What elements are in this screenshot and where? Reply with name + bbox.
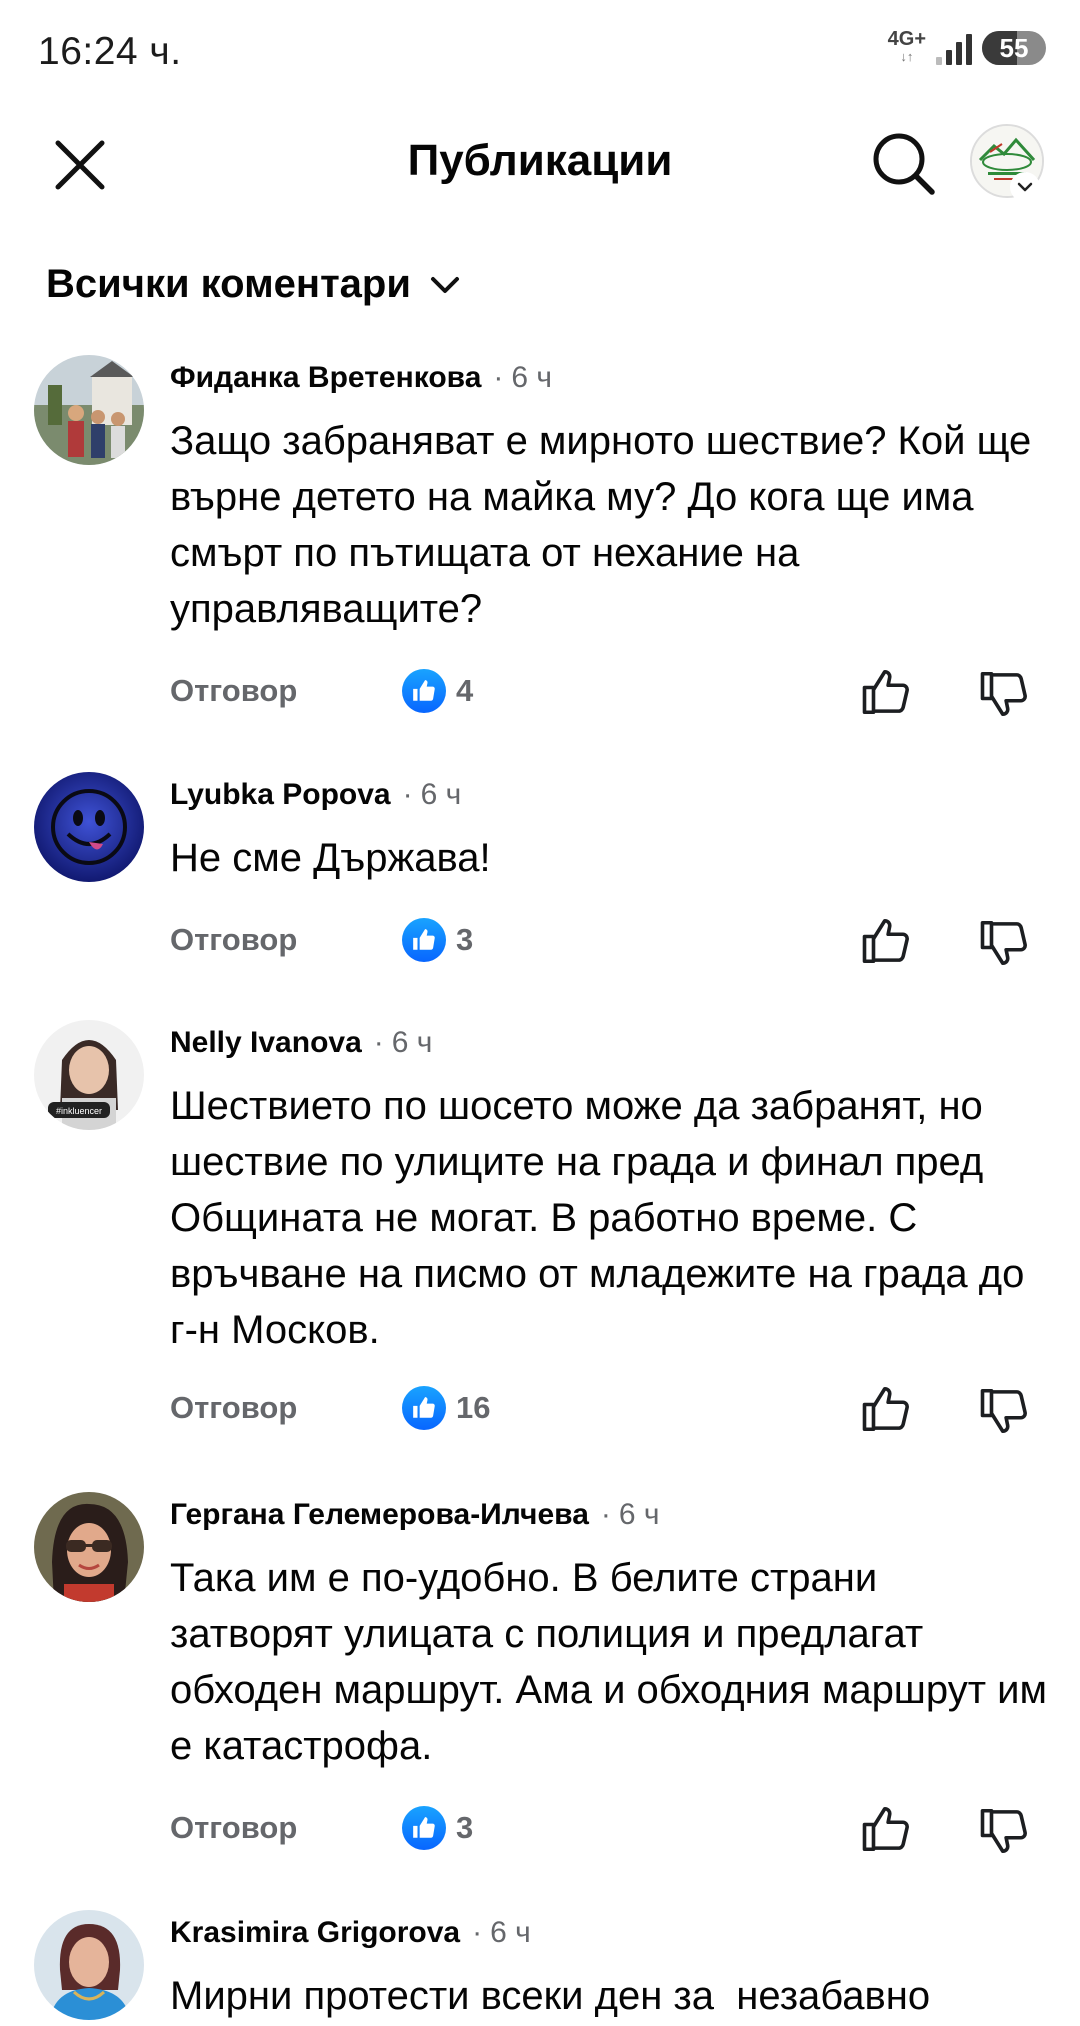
- like-count: 3: [456, 922, 474, 957]
- avatar[interactable]: [34, 1492, 144, 1602]
- comment-text: Така им е по-удобно. В белите страни зат…: [170, 1556, 1047, 1768]
- reply-button[interactable]: Отговор: [170, 1810, 297, 1846]
- like-reaction-icon: [402, 669, 446, 713]
- reaction-summary[interactable]: 3: [402, 1806, 473, 1850]
- comment-actions: Отговор 4: [170, 665, 1050, 725]
- comment-author[interactable]: Lyubka Popova: [170, 778, 391, 812]
- comment-time[interactable]: 6 ч: [392, 1026, 433, 1060]
- comment-item: Гергана Гелемерова-Илчева · 6 ч Така им …: [0, 1492, 1080, 1862]
- comment-author[interactable]: Nelly Ivanova: [170, 1026, 362, 1060]
- comment-text: Не сме Държава!: [170, 836, 491, 880]
- like-count: 3: [456, 1810, 474, 1845]
- battery-icon: 55: [982, 31, 1046, 65]
- upvote-button[interactable]: [860, 914, 914, 968]
- thumbs-up-icon: [862, 918, 909, 964]
- downvote-button[interactable]: [978, 916, 1032, 970]
- comment-header: Nelly Ivanova · 6 ч: [170, 1026, 432, 1060]
- comment-item: Фиданка Вретенкова · 6 ч Защо забраняват…: [0, 355, 1080, 725]
- thumbs-down-icon: [980, 920, 1027, 966]
- avatar-photo: #inkluencer: [34, 1020, 144, 1130]
- like-reaction-icon: [402, 1386, 446, 1430]
- thumbs-up-icon: [862, 1386, 909, 1432]
- comment-actions: Отговор 16: [170, 1382, 1050, 1442]
- thumbs-down-icon: [980, 1808, 1027, 1854]
- comment-text: Шествието по шосето може да забранят, но…: [170, 1084, 1025, 1352]
- reply-button[interactable]: Отговор: [170, 922, 297, 958]
- thumbs-down-icon: [980, 1388, 1027, 1434]
- separator-dot: ·: [472, 1916, 483, 1949]
- comment-header: Krasimira Grigorova · 6 ч: [170, 1916, 531, 1950]
- thumbs-up-icon: [862, 1806, 909, 1852]
- battery-level: 55: [999, 33, 1029, 63]
- comment-time[interactable]: 6 ч: [511, 361, 552, 395]
- search-button[interactable]: [868, 128, 940, 200]
- avatar[interactable]: #inkluencer: [34, 1020, 144, 1130]
- avatar-photo: [34, 1492, 144, 1602]
- network-indicator: 4G+ ↓↑: [887, 28, 926, 66]
- signal-icon: [936, 31, 972, 65]
- separator-dot: ·: [600, 1498, 611, 1531]
- comment-item: #inkluencer Nelly Ivanova · 6 ч Шествиет…: [0, 1020, 1080, 1450]
- comment-filter-label: Всички коментари: [46, 262, 411, 306]
- upvote-button[interactable]: [860, 1802, 914, 1856]
- like-reaction-icon: [402, 918, 446, 962]
- account-switcher-button[interactable]: [1010, 172, 1040, 202]
- comment-actions: Отговор 3: [170, 1802, 1050, 1862]
- reply-button[interactable]: Отговор: [170, 1390, 297, 1426]
- separator-dot: ·: [402, 778, 413, 811]
- downvote-button[interactable]: [978, 1384, 1032, 1438]
- search-icon: [873, 133, 935, 195]
- like-count: 4: [456, 673, 474, 708]
- like-count: 16: [456, 1390, 491, 1425]
- comment-text: Защо забраняват е мирното шествие? Кой щ…: [170, 419, 1032, 631]
- data-arrows-icon: ↓↑: [900, 49, 914, 64]
- avatar[interactable]: [34, 355, 144, 465]
- comment-author[interactable]: Фиданка Вретенкова: [170, 361, 481, 395]
- app-header: Публикации: [0, 110, 1080, 220]
- chevron-down-icon: [1017, 182, 1033, 192]
- comment-header: Фиданка Вретенкова · 6 ч: [170, 361, 552, 395]
- like-reaction-icon: [402, 1806, 446, 1850]
- upvote-button[interactable]: [860, 1382, 914, 1436]
- avatar-photo: [34, 355, 144, 465]
- separator-dot: ·: [493, 361, 504, 394]
- avatar-photo: [34, 772, 144, 882]
- thumbs-up-icon: [862, 669, 909, 715]
- comment-header: Гергана Гелемерова-Илчева · 6 ч: [170, 1498, 660, 1532]
- comment-header: Lyubka Popova · 6 ч: [170, 778, 461, 812]
- status-icons: 4G+ ↓↑ 55: [887, 28, 1046, 66]
- comment-item: Lyubka Popova · 6 ч Не сме Държава! Отго…: [0, 772, 1080, 982]
- comment-time[interactable]: 6 ч: [619, 1498, 660, 1532]
- avatar[interactable]: [34, 772, 144, 882]
- downvote-button[interactable]: [978, 1804, 1032, 1858]
- upvote-button[interactable]: [860, 665, 914, 719]
- comment-time[interactable]: 6 ч: [421, 778, 462, 812]
- status-time: 16:24 ч.: [38, 30, 182, 73]
- separator-dot: ·: [373, 1026, 384, 1059]
- comment-item: Krasimira Grigorova · 6 ч Мирни протести…: [0, 1910, 1080, 2026]
- downvote-button[interactable]: [978, 667, 1032, 721]
- reply-button[interactable]: Отговор: [170, 673, 297, 709]
- reaction-summary[interactable]: 16: [402, 1386, 490, 1430]
- thumbs-down-icon: [980, 671, 1027, 717]
- avatar[interactable]: [34, 1910, 144, 2020]
- avatar-tag-text: #inkluencer: [56, 1106, 102, 1116]
- reaction-summary[interactable]: 3: [402, 918, 473, 962]
- comment-time[interactable]: 6 ч: [490, 1916, 531, 1950]
- comment-filter-dropdown[interactable]: Всички коментари: [46, 262, 463, 307]
- reaction-summary[interactable]: 4: [402, 669, 473, 713]
- avatar-photo: [34, 1910, 144, 2020]
- comment-author[interactable]: Krasimira Grigorova: [170, 1916, 460, 1950]
- comment-author[interactable]: Гергана Гелемерова-Илчева: [170, 1498, 589, 1532]
- status-bar: 16:24 ч. 4G+ ↓↑ 55: [0, 0, 1080, 110]
- comment-actions: Отговор 3: [170, 914, 1050, 974]
- chevron-down-icon: [430, 276, 459, 293]
- network-type: 4G+: [887, 28, 926, 50]
- comment-text: Мирни протести всеки ден за незабавно: [170, 1974, 931, 2018]
